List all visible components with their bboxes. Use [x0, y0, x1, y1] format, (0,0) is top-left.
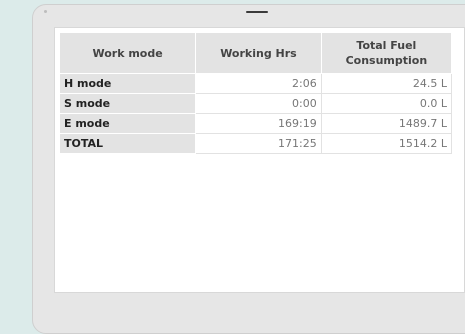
front-camera — [44, 10, 47, 13]
header-total-fuel-line1: Total Fuel — [356, 39, 417, 52]
fuel-consumption-table: Work mode Working Hrs Total Fuel Consump… — [58, 32, 453, 154]
row-working-hrs: 171:25 — [195, 133, 322, 154]
row-working-hrs: 2:06 — [195, 73, 322, 94]
row-mode-label: E mode — [58, 113, 197, 134]
row-fuel-consumption: 1514.2 L — [320, 133, 453, 154]
table-header-row: Work mode Working Hrs Total Fuel Consump… — [58, 32, 453, 74]
device-screen: Work mode Working Hrs Total Fuel Consump… — [54, 27, 465, 293]
table-row-total: TOTAL 171:25 1514.2 L — [58, 133, 453, 154]
table-row: E mode 169:19 1489.7 L — [58, 113, 453, 134]
row-fuel-consumption: 1489.7 L — [320, 113, 453, 134]
row-working-hrs: 169:19 — [195, 113, 322, 134]
table-row: S mode 0:00 0.0 L — [58, 93, 453, 114]
table-row: H mode 2:06 24.5 L — [58, 73, 453, 94]
header-total-fuel-line2: Consumption — [345, 54, 428, 67]
row-mode-label: TOTAL — [58, 133, 197, 154]
row-mode-label: S mode — [58, 93, 197, 114]
header-working-hrs: Working Hrs — [195, 32, 322, 74]
row-fuel-consumption: 0.0 L — [320, 93, 453, 114]
header-total-fuel: Total Fuel Consumption — [320, 32, 453, 74]
row-fuel-consumption: 24.5 L — [320, 73, 453, 94]
speaker-slot — [246, 11, 268, 13]
header-work-mode: Work mode — [58, 32, 197, 74]
row-mode-label: H mode — [58, 73, 197, 94]
row-working-hrs: 0:00 — [195, 93, 322, 114]
